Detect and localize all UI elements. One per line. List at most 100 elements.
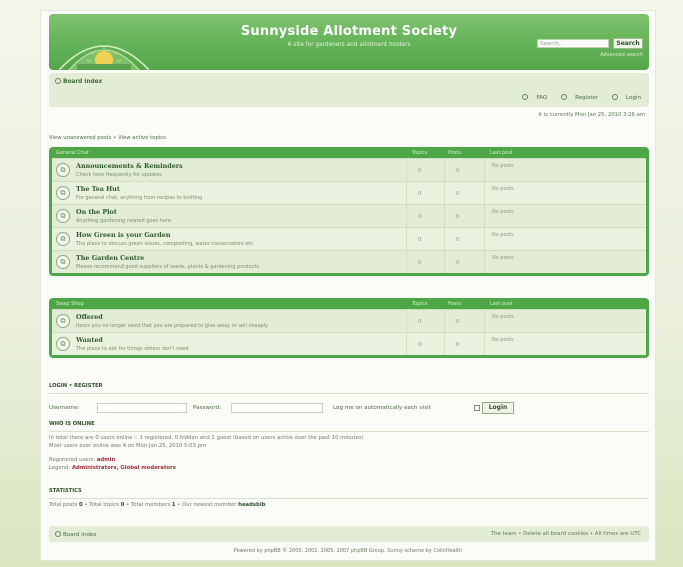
- password-input[interactable]: [231, 403, 323, 413]
- statistics-line: Total posts 0 • Total topics 0 • Total m…: [49, 502, 266, 508]
- total-topics-label: Total topics: [89, 502, 120, 508]
- board-index-link[interactable]: Board index: [63, 79, 102, 85]
- forum-description: Items you no longer need that you are pr…: [76, 323, 269, 329]
- username-label: Username:: [49, 405, 80, 411]
- last-post: No posts: [492, 337, 514, 343]
- column-divider: [406, 310, 407, 332]
- last-post: No posts: [492, 314, 514, 320]
- forum-title-link[interactable]: The Garden Centre: [76, 254, 144, 262]
- topics-count: 0: [418, 237, 422, 243]
- column-divider: [444, 228, 445, 250]
- forum-read-icon: ⧉: [56, 186, 70, 200]
- topics-count: 0: [418, 191, 422, 197]
- register-link[interactable]: Register: [555, 94, 598, 101]
- posts-count: 0: [456, 260, 460, 266]
- forum-row[interactable]: ⧉ On the Plot Anything gardening related…: [52, 204, 646, 227]
- category-title[interactable]: General Chat: [56, 150, 89, 156]
- column-divider: [444, 333, 445, 355]
- total-posts-value: 0: [78, 502, 83, 508]
- auto-login-checkbox[interactable]: [474, 405, 480, 411]
- topics-count: 0: [418, 342, 422, 348]
- forum-read-icon: ⧉: [56, 163, 70, 177]
- breadcrumb[interactable]: Board index: [55, 78, 102, 85]
- section-divider: [49, 431, 649, 432]
- legend: Legend: Administrators, Global moderator…: [49, 465, 176, 471]
- login-icon: [611, 94, 618, 100]
- forum-row[interactable]: ⧉ Wanted The place to ask for things oth…: [52, 332, 646, 355]
- forum-row[interactable]: ⧉ Announcements & Reminders Check here f…: [52, 158, 646, 181]
- last-post: No posts: [492, 255, 514, 261]
- forum-list: ⧉ Announcements & Reminders Check here f…: [52, 158, 646, 273]
- forum-read-icon: ⧉: [56, 209, 70, 223]
- site-title: Sunnyside Allotment Society: [240, 24, 458, 39]
- footer-navbar: Board index The team • Delete all board …: [49, 526, 649, 542]
- online-summary: In total there are 0 users online :: 1 r…: [49, 435, 364, 441]
- forum-title-link[interactable]: How Green is your Garden: [76, 231, 170, 239]
- section-divider: [49, 393, 649, 394]
- forum-table-header: General Chat Topics Posts Last post: [52, 147, 646, 158]
- view-links[interactable]: View unanswered posts • View active topi…: [49, 135, 166, 141]
- online-section-title: WHO IS ONLINE: [49, 421, 95, 427]
- forum-description: The place to ask for things others don't…: [76, 346, 189, 352]
- page-container: Sunnyside Allotment Society A site for g…: [40, 10, 656, 561]
- forum-title-link[interactable]: Wanted: [76, 336, 103, 344]
- forum-table-header: Swap Shop Topics Posts Last post: [52, 298, 646, 309]
- forum-title-link[interactable]: Announcements & Reminders: [76, 162, 183, 170]
- registered-user-link[interactable]: admin: [97, 457, 115, 463]
- footer-board-index-link[interactable]: Board index: [63, 532, 97, 538]
- forum-row[interactable]: ⧉ The Tea Hut For general chat, anything…: [52, 181, 646, 204]
- newest-member-link[interactable]: headsbib: [238, 502, 265, 508]
- site-header: Sunnyside Allotment Society A site for g…: [49, 14, 649, 70]
- register-icon: [561, 94, 568, 100]
- forum-read-icon: ⧉: [56, 232, 70, 246]
- posts-count: 0: [456, 237, 460, 243]
- forum-title-link[interactable]: On the Plot: [76, 208, 117, 216]
- newest-member-label: Our newest member: [181, 502, 237, 508]
- legend-groups[interactable]: Administrators, Global moderators: [72, 465, 176, 471]
- legend-label: Legend:: [49, 465, 71, 471]
- column-divider: [484, 310, 485, 332]
- column-divider: [406, 159, 407, 181]
- navbar: Board index FAQ Register Login: [49, 73, 649, 107]
- help-icon: [522, 94, 529, 100]
- faq-link[interactable]: FAQ: [516, 94, 547, 101]
- password-label: Password:: [193, 405, 222, 411]
- advanced-search-link[interactable]: Advanced search: [600, 52, 643, 58]
- forum-title-link[interactable]: The Tea Hut: [76, 185, 120, 193]
- col-topics-header: Topics: [412, 150, 428, 156]
- last-post: No posts: [492, 232, 514, 238]
- posts-count: 0: [456, 342, 460, 348]
- username-input[interactable]: [97, 403, 187, 413]
- category-title[interactable]: Swap Shop: [56, 301, 84, 307]
- forum-read-icon: ⧉: [56, 337, 70, 351]
- column-divider: [484, 228, 485, 250]
- col-topics-header: Topics: [412, 301, 428, 307]
- column-divider: [406, 182, 407, 204]
- forum-read-icon: ⧉: [56, 255, 70, 269]
- forum-row[interactable]: ⧉ How Green is your Garden The place to …: [52, 227, 646, 250]
- column-divider: [406, 228, 407, 250]
- search-button[interactable]: Search: [613, 38, 643, 49]
- forum-description: Please recommend good suppliers of seeds…: [76, 264, 260, 270]
- login-link[interactable]: Login: [606, 94, 641, 101]
- forum-description: Anything gardening related goes here: [76, 218, 171, 224]
- forum-title-link[interactable]: Offered: [76, 313, 103, 321]
- copyright-notice: Powered by phpBB © 2000, 2002, 2005, 200…: [233, 548, 463, 554]
- login-button[interactable]: Login: [482, 402, 514, 414]
- forum-row[interactable]: ⧉ The Garden Centre Please recommend goo…: [52, 250, 646, 273]
- col-posts-header: Posts: [448, 150, 462, 156]
- footer-links[interactable]: The team • Delete all board cookies • Al…: [491, 531, 641, 537]
- forum-row[interactable]: ⧉ Offered Items you no longer need that …: [52, 309, 646, 332]
- total-topics-value: 0: [120, 502, 125, 508]
- search-input[interactable]: Search...: [537, 39, 609, 48]
- forum-description: Check here frequently for updates: [76, 172, 162, 178]
- column-divider: [406, 251, 407, 273]
- footer-board-index[interactable]: Board index: [55, 531, 97, 538]
- col-lastpost-header: Last post: [490, 301, 513, 307]
- total-members-label: Total members: [130, 502, 171, 508]
- posts-count: 0: [456, 214, 460, 220]
- login-section-title[interactable]: LOGIN • REGISTER: [49, 383, 103, 389]
- topics-count: 0: [418, 260, 422, 266]
- topics-count: 0: [418, 319, 422, 325]
- total-members-value: 1: [171, 502, 176, 508]
